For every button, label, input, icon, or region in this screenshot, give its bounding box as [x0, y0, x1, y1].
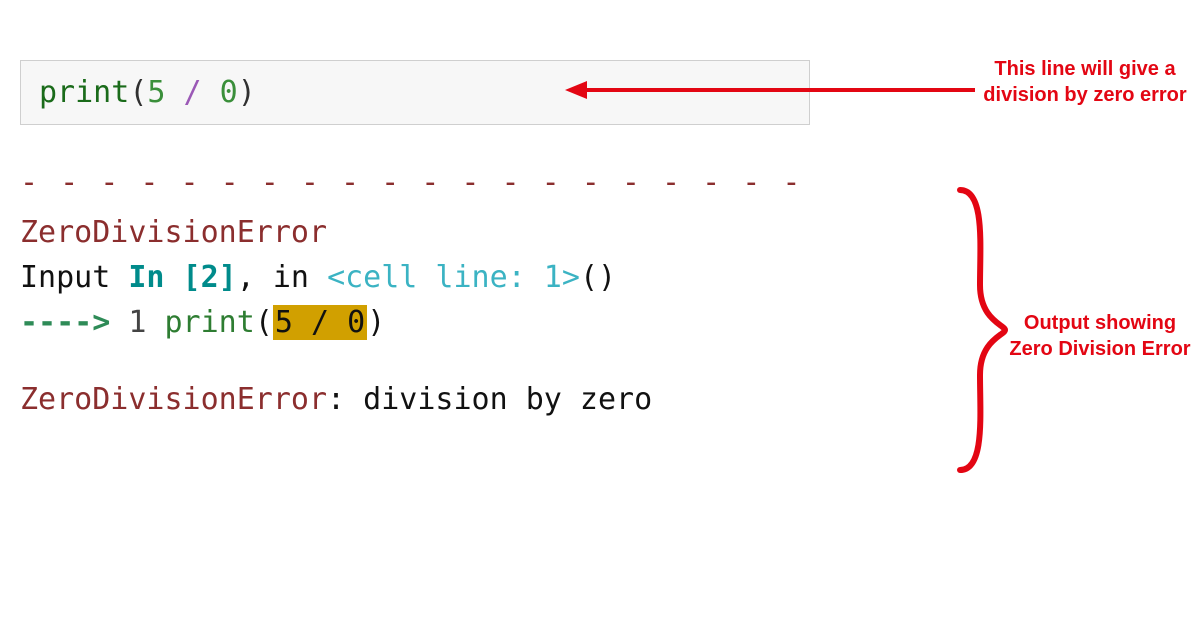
- final-error-name: ZeroDivisionError: [20, 382, 327, 417]
- parens: (): [580, 260, 616, 295]
- curly-brace-icon: [950, 185, 1010, 475]
- code-token-lparen: (: [129, 75, 147, 110]
- traceback-input-line: Input In [2], in <cell line: 1>(): [20, 255, 870, 300]
- code-token-space: [202, 75, 220, 110]
- traceback-error-name: ZeroDivisionError: [20, 210, 870, 255]
- code-token-space: [165, 75, 183, 110]
- sp: [146, 305, 164, 340]
- final-error-message: division by zero: [363, 382, 652, 417]
- annotation-input-error: This line will give a division by zero e…: [980, 56, 1190, 108]
- arrow-left-icon: [565, 75, 980, 105]
- code-token-rparen: ): [238, 75, 256, 110]
- traceback-separator: - - - - - - - - - - - - - - - - - - - - …: [20, 165, 820, 200]
- traceback-code-line: ----> 1 print(5 / 0): [20, 300, 870, 345]
- arrow-marker: ---->: [20, 305, 128, 340]
- input-prefix: Input: [20, 260, 128, 295]
- code-token-num-a: 5: [147, 75, 165, 110]
- code-token-num-b: 0: [220, 75, 238, 110]
- highlighted-expression: 5 / 0: [273, 305, 367, 340]
- in-label: In [2]: [128, 260, 236, 295]
- output-cell: ZeroDivisionError Input In [2], in <cell…: [20, 210, 870, 422]
- blank-line: [20, 345, 870, 377]
- tb-lparen: (: [255, 305, 273, 340]
- final-colon: :: [327, 382, 363, 417]
- annotation-output-error: Output showing Zero Division Error: [1000, 310, 1200, 362]
- print-word: print: [165, 305, 255, 340]
- tb-rparen: ): [367, 305, 385, 340]
- traceback-final-line: ZeroDivisionError: division by zero: [20, 377, 870, 422]
- code-token-operator: /: [184, 75, 202, 110]
- code-token-func: print: [39, 75, 129, 110]
- cell-line-ref: <cell line: 1>: [327, 260, 580, 295]
- comma-in: , in: [237, 260, 327, 295]
- line-number: 1: [128, 305, 146, 340]
- error-name-text: ZeroDivisionError: [20, 215, 327, 250]
